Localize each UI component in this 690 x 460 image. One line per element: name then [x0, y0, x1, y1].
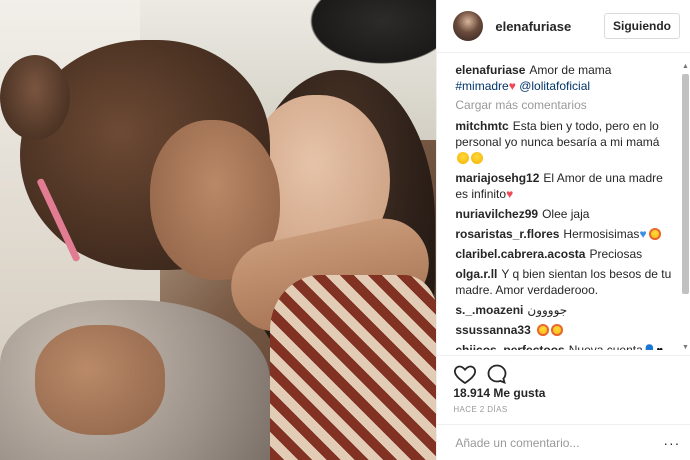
comment-text: جوووون	[527, 303, 568, 317]
scroll-up-arrow-icon[interactable]: ▲	[681, 62, 690, 71]
load-more-comments-link[interactable]: Cargar más comentarios	[455, 98, 671, 112]
add-comment-bar: ···	[437, 424, 690, 460]
caption-text: Amor de mama	[529, 63, 612, 77]
heart-eyes-emoji-icon	[536, 324, 549, 336]
caption: elenafuriase Amor de mama #mimadre♥ @loli…	[455, 62, 671, 94]
speech-bubble-icon[interactable]	[485, 362, 509, 386]
more-options-button[interactable]: ···	[663, 435, 680, 451]
comment-row: nuriavilchez99 Olee jaja	[455, 206, 671, 222]
scroll-down-arrow-icon[interactable]: ▼	[681, 343, 690, 352]
heart-outline-icon[interactable]	[453, 362, 477, 386]
comment-container: mitchmtc Esta bien y todo, pero en lo per…	[455, 118, 671, 350]
comment-username[interactable]: mariajosehg12	[455, 171, 539, 185]
avatar[interactable]	[453, 11, 484, 41]
comment-username[interactable]: chiicos_perfectoos	[455, 343, 564, 350]
post-actions	[437, 355, 690, 387]
grinning-emoji-icon	[457, 152, 470, 164]
comment-username[interactable]: mitchmtc	[455, 119, 508, 133]
post-timestamp[interactable]: HACE 2 DÍAS	[453, 405, 507, 414]
comment-username[interactable]: claribel.cabrera.acosta	[455, 247, 585, 261]
comment-text: Preciosas	[589, 247, 643, 261]
comment-text: Nueva cuenta	[568, 343, 643, 350]
photo-hand	[35, 325, 165, 435]
comment-row: mitchmtc Esta bien y todo, pero en lo per…	[455, 118, 671, 166]
comment-text: Olee jaja	[542, 207, 590, 221]
photo-patterned-top	[270, 275, 437, 460]
comment-username[interactable]: s._.moazeni	[455, 303, 523, 317]
comment-row: chiicos_perfectoos Nueva cuenta👤♥	[455, 342, 671, 350]
header-username[interactable]: elenafuriase	[495, 19, 604, 34]
caption-username[interactable]: elenafuriase	[455, 63, 525, 77]
red-heart-icon: ♥	[506, 187, 514, 201]
comments-scrollbar[interactable]: ▲ ▼	[681, 62, 690, 352]
post-photo[interactable]	[0, 0, 437, 460]
photo-mother-bun	[0, 55, 70, 140]
comment-username[interactable]: nuriavilchez99	[455, 207, 538, 221]
post-header: elenafuriase Siguiendo	[437, 0, 690, 53]
caption-mention[interactable]: @lolitafoficial	[519, 79, 590, 93]
comment-row: mariajosehg12 El Amor de una madre es inf…	[455, 170, 671, 202]
grinning-emoji-icon	[471, 152, 484, 164]
heart-icon: ♥	[508, 79, 516, 93]
comment-username[interactable]: olga.r.ll	[455, 267, 497, 281]
comment-username[interactable]: rosaristas_r.flores	[455, 227, 559, 241]
instagram-post: elenafuriase Siguiendo elenafuriase Amor …	[0, 0, 690, 460]
comment-row: rosaristas_r.flores Hermosisimas♥	[455, 226, 671, 242]
person-silhouette-icon: 👤	[643, 345, 657, 350]
following-button[interactable]: Siguiendo	[604, 13, 680, 39]
comment-row: claribel.cabrera.acosta Preciosas	[455, 246, 671, 262]
comment-username[interactable]: ssussanna33	[455, 323, 530, 337]
caption-hashtag[interactable]: #mimadre	[455, 79, 508, 93]
comments-list[interactable]: elenafuriase Amor de mama #mimadre♥ @loli…	[437, 62, 677, 350]
scrollbar-thumb[interactable]	[682, 74, 689, 294]
post-sidebar: elenafuriase Siguiendo elenafuriase Amor …	[436, 0, 690, 460]
comment-row: ssussanna33	[455, 322, 671, 338]
comment-row: s._.moazeni جوووون	[455, 302, 671, 318]
blue-heart-icon: ♥	[639, 227, 647, 241]
photo-background-pan	[300, 0, 437, 70]
heart-eyes-emoji-icon	[550, 324, 563, 336]
comment-text: Hermosisimas	[563, 227, 640, 241]
comment-input[interactable]	[453, 434, 664, 451]
likes-count[interactable]: 18.914 Me gusta	[453, 386, 545, 400]
comment-row: olga.r.ll Y q bien sientan los besos de t…	[455, 266, 671, 298]
black-heart-icon: ♥	[657, 345, 664, 350]
heart-eyes-emoji-icon	[648, 228, 661, 240]
